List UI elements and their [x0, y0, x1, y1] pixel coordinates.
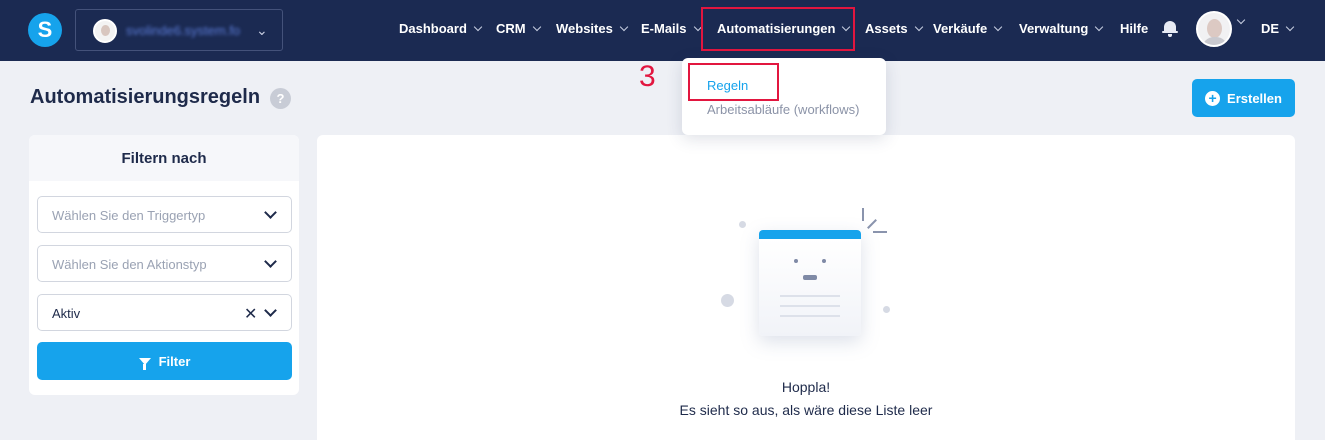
language-label: DE [1261, 21, 1280, 36]
nav-label: Verkäufe [933, 21, 988, 36]
nav-item-hilfe[interactable]: Hilfe [1120, 21, 1148, 36]
trigger-type-select[interactable]: Wählen Sie den Triggertyp [37, 196, 292, 233]
nav-item-assets[interactable]: Assets [865, 21, 923, 36]
user-menu-chevron[interactable] [1236, 15, 1246, 25]
filter-panel: Filtern nach Wählen Sie den Triggertyp W… [29, 135, 299, 395]
empty-state-illustration [317, 135, 1295, 375]
nav-label: Websites [556, 21, 613, 36]
chevron-down-icon [1285, 22, 1295, 31]
nav-item-verkaeufe[interactable]: Verkäufe [933, 21, 1003, 36]
page-title: Automatisierungsregeln [30, 86, 261, 108]
chevron-down-icon [473, 22, 483, 31]
decor-tick [862, 208, 864, 221]
filter-button-label: Filter [158, 353, 191, 369]
clear-icon[interactable]: ✕ [244, 304, 257, 324]
rules-list-panel: Hoppla! Es sieht so aus, als wäre diese … [317, 135, 1295, 440]
empty-state-message: Es sieht so aus, als wäre diese Liste le… [679, 402, 933, 418]
chevron-down-icon [993, 22, 1003, 31]
face-eye [794, 259, 798, 263]
account-avatar [93, 19, 117, 43]
nav-label: E-Mails [641, 21, 687, 36]
chevron-down-icon [532, 22, 541, 31]
app-logo[interactable]: S [28, 13, 62, 47]
decor-tick [867, 219, 877, 229]
decor-dot [721, 294, 734, 307]
nav-label: CRM [496, 21, 526, 36]
chevron-down-icon [264, 304, 277, 317]
decor-tick [873, 231, 887, 233]
status-select[interactable]: Aktiv ✕ [37, 294, 292, 331]
nav-label: Verwaltung [1019, 21, 1089, 36]
chevron-down-icon [264, 255, 277, 268]
face-eye [822, 259, 826, 263]
nav-item-verwaltung[interactable]: Verwaltung [1019, 21, 1104, 36]
decor-dot [883, 306, 890, 313]
plus-icon: + [1205, 90, 1221, 106]
filter-heading: Filtern nach [29, 135, 299, 181]
nav-item-crm[interactable]: CRM [496, 21, 541, 36]
step-annotation: 3 [639, 60, 656, 93]
chevron-down-icon [619, 22, 629, 31]
chevron-down-icon: ⌄ [256, 22, 268, 38]
highlight-box-regeln [688, 63, 779, 101]
placeholder-line [780, 295, 840, 297]
status-value: Aktiv [52, 306, 81, 321]
create-button[interactable]: + Erstellen [1192, 79, 1295, 117]
chevron-down-icon [1095, 22, 1104, 31]
nav-label: Hilfe [1120, 21, 1149, 36]
nav-label: Assets [865, 21, 908, 36]
user-avatar[interactable] [1196, 11, 1232, 47]
empty-document-card [759, 230, 861, 336]
nav-item-emails[interactable]: E-Mails [641, 21, 702, 36]
chevron-down-icon [264, 206, 277, 219]
top-navigation-bar: S svolinde6.system.fo ⌄ Dashboard CRM We… [0, 0, 1325, 61]
nav-item-websites[interactable]: Websites [556, 21, 629, 36]
automatisierungen-dropdown-menu: Regeln Arbeitsabläufe (workflows) [682, 58, 886, 135]
highlight-box-automatisierungen [701, 7, 855, 51]
bell-icon[interactable] [1162, 21, 1178, 37]
nav-label: Dashboard [399, 21, 467, 36]
create-button-label: Erstellen [1227, 90, 1282, 106]
decor-dot [739, 221, 746, 228]
chevron-down-icon [1236, 15, 1246, 25]
account-switcher[interactable]: svolinde6.system.fo ⌄ [75, 9, 283, 51]
language-selector[interactable]: DE [1261, 21, 1295, 36]
trigger-type-placeholder: Wählen Sie den Triggertyp [52, 208, 206, 223]
logo-letter: S [37, 17, 53, 42]
filter-button[interactable]: Filter [37, 342, 292, 380]
face-mouth [803, 275, 817, 280]
placeholder-line [780, 305, 840, 307]
chevron-down-icon [914, 22, 923, 31]
help-icon[interactable]: ? [270, 88, 291, 109]
placeholder-line [780, 315, 840, 317]
nav-item-dashboard[interactable]: Dashboard [399, 21, 483, 36]
action-type-placeholder: Wählen Sie den Aktionstyp [52, 257, 207, 272]
help-glyph: ? [276, 91, 285, 106]
action-type-select[interactable]: Wählen Sie den Aktionstyp [37, 245, 292, 282]
account-name: svolinde6.system.fo [126, 23, 241, 38]
menu-item-arbeitsablaeufe[interactable]: Arbeitsabläufe (workflows) [707, 102, 859, 117]
empty-state-title: Hoppla! [781, 379, 831, 395]
funnel-icon [138, 357, 151, 370]
